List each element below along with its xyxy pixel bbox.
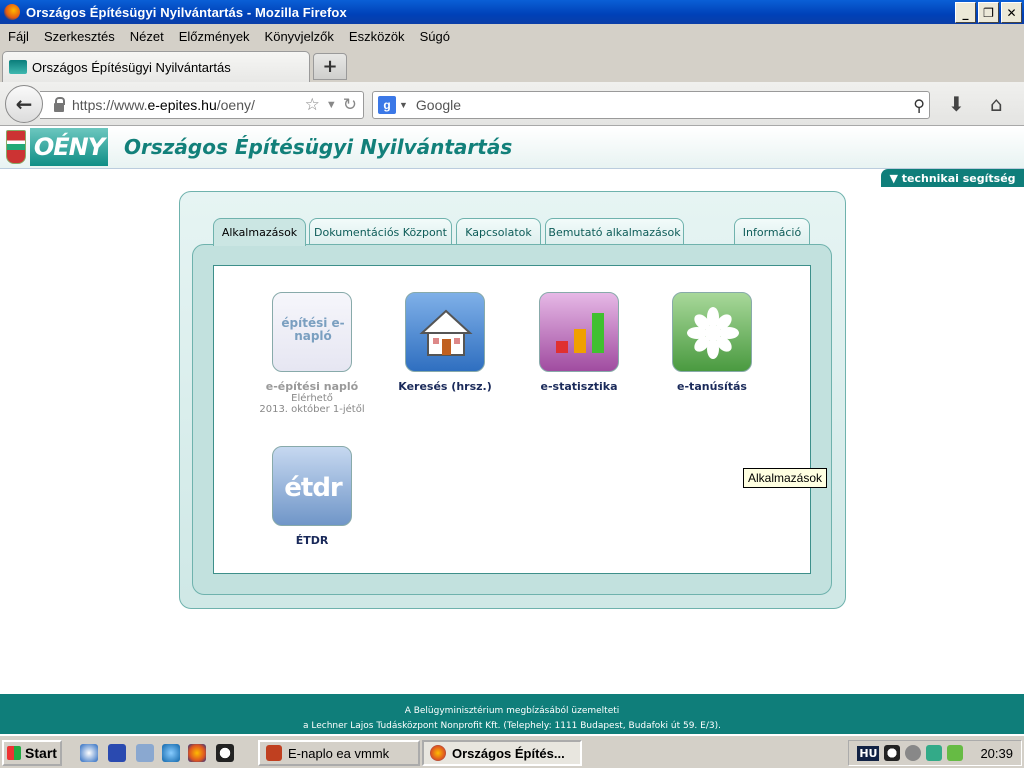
security-icon[interactable] [947, 745, 964, 761]
document-icon [266, 745, 282, 761]
reload-icon[interactable]: ↻ [343, 95, 357, 115]
technical-help-link[interactable]: ▼ technikai segítség [881, 169, 1024, 187]
media-player-icon[interactable] [80, 744, 98, 762]
taskbar-item-firefox[interactable]: Országos Építés... [422, 740, 582, 766]
browser-window: { "window": {"title": "Országos Építésüg… [0, 0, 1024, 768]
system-tray: HU 20:39 [848, 740, 1022, 766]
url-bar[interactable]: https://www. e-epites.hu/oeny/ ☆ ▼ ↻ [40, 91, 364, 119]
language-indicator[interactable]: HU [857, 745, 880, 761]
lock-icon [54, 96, 65, 112]
speaker-icon[interactable] [905, 745, 922, 761]
window-title: Országos Építésügyi Nyilvántartás - Mozi… [26, 4, 347, 20]
site-title: Országos Építésügyi Nyilvántartás [124, 135, 513, 159]
browser-tab-active[interactable]: Országos Építésügyi Nyilvántartás [2, 51, 310, 82]
navigation-bar: https://www. e-epites.hu/oeny/ ☆ ▼ ↻ ← g … [0, 82, 1024, 126]
browser-tab-title: Országos Építésügyi Nyilvántartás [32, 59, 231, 75]
taskbar: Start E-naplo ea vmmk Országos Építés...… [0, 734, 1024, 768]
etdr-logo-icon: étdr [272, 446, 352, 526]
tab-information[interactable]: Információ [734, 218, 810, 246]
minimize-button[interactable]: _ [955, 2, 976, 23]
start-button[interactable]: Start [2, 740, 62, 766]
menu-view[interactable]: Nézet [130, 29, 164, 44]
app-kereses-hrsz[interactable]: Keresés (hrsz.) [385, 292, 505, 393]
footer-line-1: A Belügyminisztérium megbízásából üzemel… [404, 706, 620, 716]
tab-strip: Országos Építésügyi Nyilvántartás + [0, 48, 1024, 82]
network-icon[interactable] [926, 745, 943, 761]
firefox-task-icon [430, 745, 446, 761]
footer-line-2: a Lechner Lajos Tudásközpont Nonprofit K… [303, 721, 721, 731]
restore-button[interactable]: ❐ [978, 2, 999, 23]
menu-file[interactable]: Fájl [8, 29, 29, 44]
taskbar-item-enaplo[interactable]: E-naplo ea vmmk [258, 740, 420, 766]
calculator-icon[interactable] [136, 744, 154, 762]
downloads-icon[interactable]: ⬇ [948, 92, 965, 116]
search-placeholder: Google [415, 97, 462, 113]
tab-applications[interactable]: Alkalmazások [213, 218, 306, 246]
house-icon [405, 292, 485, 372]
panda-tray-icon[interactable] [884, 745, 901, 761]
panda-icon[interactable] [216, 744, 234, 762]
site-header: OÉNY Országos Építésügyi Nyilvántartás [0, 127, 1024, 169]
tab-documentation-center[interactable]: Dokumentációs Központ [309, 218, 452, 246]
app-e-tanusitas[interactable]: e-tanúsítás [652, 292, 772, 393]
menu-history[interactable]: Előzmények [179, 29, 250, 44]
site-footer: A Belügyminisztérium megbízásából üzemel… [0, 694, 1024, 734]
app-e-statisztika[interactable]: e-statisztika [519, 292, 639, 393]
search-input[interactable]: g ▼ Google ⚲ [372, 91, 930, 119]
menu-bar: Fájl Szerkesztés Nézet Előzmények Könyvj… [0, 24, 1024, 48]
tooltip: Alkalmazások [743, 468, 828, 488]
save-disk-icon[interactable] [108, 744, 126, 762]
tab-demo-applications[interactable]: Bemutató alkalmazások [545, 218, 684, 246]
history-dropdown-icon[interactable]: ▼ [326, 99, 337, 115]
firefox-quicklaunch-icon[interactable] [188, 744, 206, 762]
title-bar: Országos Építésügyi Nyilvántartás - Mozi… [0, 0, 1024, 24]
home-icon[interactable]: ⌂ [990, 92, 1003, 116]
new-tab-button[interactable]: + [313, 53, 347, 80]
internet-explorer-icon[interactable] [162, 744, 180, 762]
certificate-flower-icon [672, 292, 752, 372]
google-engine-icon[interactable]: g [378, 96, 396, 114]
bookmark-star-icon[interactable]: ☆ [305, 95, 320, 115]
windows-flag-icon [7, 746, 22, 760]
menu-tools[interactable]: Eszközök [349, 29, 405, 44]
menu-edit[interactable]: Szerkesztés [44, 29, 115, 44]
hungarian-crest-icon [6, 130, 26, 164]
firefox-icon [4, 4, 20, 20]
app-etdr[interactable]: étdr ÉTDR [252, 446, 372, 547]
menu-bookmarks[interactable]: Könyvjelzők [265, 29, 334, 44]
statistics-chart-icon [539, 292, 619, 372]
site-logo[interactable]: OÉNY [30, 128, 108, 166]
tab-contacts[interactable]: Kapcsolatok [456, 218, 541, 246]
engine-dropdown-icon[interactable]: ▼ [399, 100, 408, 110]
app-e-epitesi-naplo[interactable]: építési e-napló e-építési napló Elérhető… [252, 292, 372, 415]
menu-help[interactable]: Súgó [420, 29, 450, 44]
close-button[interactable]: ✕ [1001, 2, 1022, 23]
site-favicon-icon [9, 60, 27, 74]
clock: 20:39 [980, 745, 1013, 761]
search-magnifier-icon[interactable]: ⚲ [913, 96, 925, 116]
back-button[interactable]: ← [5, 85, 43, 123]
e-naplo-icon: építési e-napló [272, 292, 352, 372]
